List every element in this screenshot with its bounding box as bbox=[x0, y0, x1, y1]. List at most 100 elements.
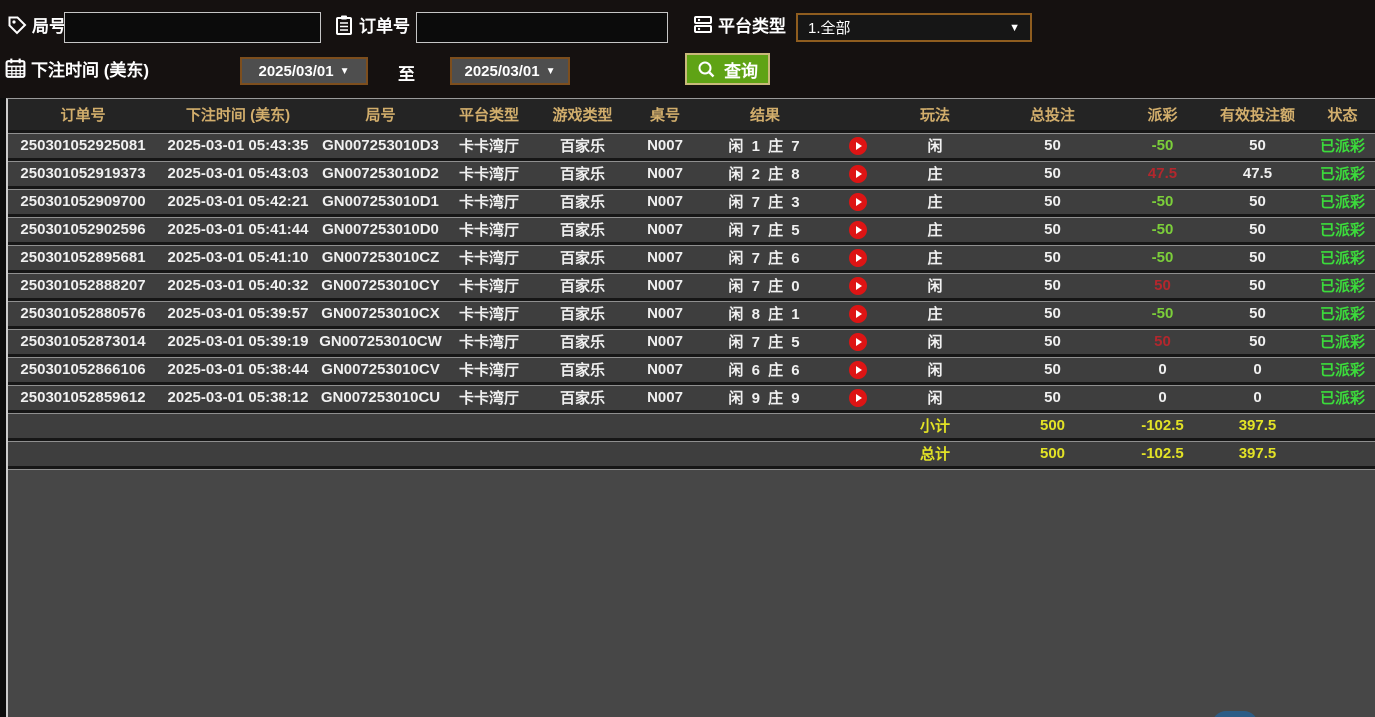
payout-cell: 50 bbox=[1120, 333, 1205, 350]
table-row: 2503010528661062025-03-01 05:38:44GN0072… bbox=[8, 354, 1375, 382]
status-cell: 已派彩 bbox=[1310, 135, 1375, 156]
valid-bet-cell: 50 bbox=[1205, 249, 1310, 266]
valid-bet-cell: 50 bbox=[1205, 305, 1310, 322]
game-no-cell: GN007253010CV bbox=[318, 361, 443, 378]
replay-play-button[interactable] bbox=[849, 277, 867, 295]
order-no-cell: 250301052888207 bbox=[8, 277, 158, 294]
play-type-cell: 闲 bbox=[885, 387, 985, 408]
table-no-cell: N007 bbox=[630, 333, 700, 350]
platform-cell: 卡卡湾厅 bbox=[443, 275, 535, 296]
date-to-button[interactable]: 2025/03/01 ▼ bbox=[450, 57, 570, 85]
result-cell: 闲 1 庄 7 bbox=[700, 135, 830, 156]
payout-cell: 50 bbox=[1120, 277, 1205, 294]
game-type-cell: 百家乐 bbox=[535, 163, 630, 184]
status-cell: 已派彩 bbox=[1310, 219, 1375, 240]
clipboard-icon bbox=[333, 14, 355, 36]
query-button[interactable]: 查询 bbox=[685, 53, 770, 85]
date-range-to-label: 至 bbox=[398, 60, 415, 85]
platform-cell: 卡卡湾厅 bbox=[443, 387, 535, 408]
table-row: 2503010529097002025-03-01 05:42:21GN0072… bbox=[8, 186, 1375, 214]
total-bet-cell: 50 bbox=[985, 137, 1120, 154]
total-total-bet-cell: 500 bbox=[985, 445, 1120, 462]
table-no-cell: N007 bbox=[630, 165, 700, 182]
total-valid-bet-cell: 397.5 bbox=[1205, 445, 1310, 462]
table-row: 2503010529250812025-03-01 05:43:35GN0072… bbox=[8, 130, 1375, 158]
replay-play-button[interactable] bbox=[849, 361, 867, 379]
table-no-cell: N007 bbox=[630, 221, 700, 238]
platform-cell: 卡卡湾厅 bbox=[443, 163, 535, 184]
game-no-input[interactable] bbox=[64, 12, 321, 43]
order-no-cell: 250301052919373 bbox=[8, 165, 158, 182]
order-no-cell: 250301052909700 bbox=[8, 193, 158, 210]
order-no-input[interactable] bbox=[416, 12, 668, 43]
order-no-cell: 250301052859612 bbox=[8, 389, 158, 406]
order-no-cell: 250301052873014 bbox=[8, 333, 158, 350]
replay-cell bbox=[830, 332, 885, 350]
status-cell: 已派彩 bbox=[1310, 331, 1375, 352]
play-icon bbox=[856, 282, 862, 290]
game-type-cell: 百家乐 bbox=[535, 275, 630, 296]
column-header: 游戏类型 bbox=[535, 104, 630, 125]
game-type-cell: 百家乐 bbox=[535, 135, 630, 156]
chevron-down-icon: ▼ bbox=[1009, 22, 1020, 34]
valid-bet-cell: 50 bbox=[1205, 333, 1310, 350]
payout-cell: 0 bbox=[1120, 361, 1205, 378]
bet-time-cell: 2025-03-01 05:39:57 bbox=[158, 305, 318, 322]
play-icon bbox=[856, 310, 862, 318]
replay-play-button[interactable] bbox=[849, 389, 867, 407]
game-no-cell: GN007253010CX bbox=[318, 305, 443, 322]
column-header: 派彩 bbox=[1120, 104, 1205, 125]
result-cell: 闲 2 庄 8 bbox=[700, 163, 830, 184]
bet-time-cell: 2025-03-01 05:41:10 bbox=[158, 249, 318, 266]
replay-play-button[interactable] bbox=[849, 165, 867, 183]
platform-cell: 卡卡湾厅 bbox=[443, 219, 535, 240]
platform-cell: 卡卡湾厅 bbox=[443, 359, 535, 380]
chevron-down-icon: ▼ bbox=[340, 66, 350, 77]
platform-cell: 卡卡湾厅 bbox=[443, 135, 535, 156]
result-cell: 闲 7 庄 5 bbox=[700, 219, 830, 240]
total-bet-cell: 50 bbox=[985, 221, 1120, 238]
table-row: 2503010528730142025-03-01 05:39:19GN0072… bbox=[8, 326, 1375, 354]
play-icon bbox=[856, 198, 862, 206]
order-no-cell: 250301052895681 bbox=[8, 249, 158, 266]
table-header-row: 订单号下注时间 (美东)局号平台类型游戏类型桌号结果玩法总投注派彩有效投注额状态 bbox=[8, 99, 1375, 130]
game-no-cell: GN007253010D2 bbox=[318, 165, 443, 182]
replay-cell bbox=[830, 220, 885, 238]
replay-play-button[interactable] bbox=[849, 305, 867, 323]
replay-cell bbox=[830, 304, 885, 322]
replay-play-button[interactable] bbox=[849, 137, 867, 155]
subtotal-payout-cell: -102.5 bbox=[1120, 417, 1205, 434]
replay-play-button[interactable] bbox=[849, 333, 867, 351]
platform-select[interactable]: 1.全部 ▼ bbox=[796, 13, 1032, 42]
platform-cell: 卡卡湾厅 bbox=[443, 247, 535, 268]
bet-time-cell: 2025-03-01 05:41:44 bbox=[158, 221, 318, 238]
play-type-cell: 庄 bbox=[885, 303, 985, 324]
replay-play-button[interactable] bbox=[849, 249, 867, 267]
result-cell: 闲 7 庄 3 bbox=[700, 191, 830, 212]
game-type-cell: 百家乐 bbox=[535, 387, 630, 408]
platform-select-value: 1.全部 bbox=[808, 17, 851, 38]
table-row: 2503010528805762025-03-01 05:39:57GN0072… bbox=[8, 298, 1375, 326]
game-type-cell: 百家乐 bbox=[535, 247, 630, 268]
replay-play-button[interactable] bbox=[849, 193, 867, 211]
game-no-cell: GN007253010CY bbox=[318, 277, 443, 294]
date-to-value: 2025/03/01 bbox=[465, 63, 540, 80]
chevron-down-icon: ▼ bbox=[546, 66, 556, 77]
game-no-cell: GN007253010D0 bbox=[318, 221, 443, 238]
play-icon bbox=[856, 142, 862, 150]
subtotal-row: 小计500-102.5397.5 bbox=[8, 410, 1375, 438]
payout-cell: 0 bbox=[1120, 389, 1205, 406]
column-header: 下注时间 (美东) bbox=[158, 104, 318, 125]
play-type-cell: 闲 bbox=[885, 275, 985, 296]
play-type-cell: 庄 bbox=[885, 219, 985, 240]
result-cell: 闲 7 庄 6 bbox=[700, 247, 830, 268]
column-header: 玩法 bbox=[885, 104, 985, 125]
total-bet-cell: 50 bbox=[985, 277, 1120, 294]
table-row: 2503010528596122025-03-01 05:38:12GN0072… bbox=[8, 382, 1375, 410]
date-from-button[interactable]: 2025/03/01 ▼ bbox=[240, 57, 368, 85]
subtotal-label-cell: 小计 bbox=[885, 415, 985, 436]
replay-play-button[interactable] bbox=[849, 221, 867, 239]
valid-bet-cell: 0 bbox=[1205, 361, 1310, 378]
replay-cell bbox=[830, 248, 885, 266]
status-cell: 已派彩 bbox=[1310, 303, 1375, 324]
